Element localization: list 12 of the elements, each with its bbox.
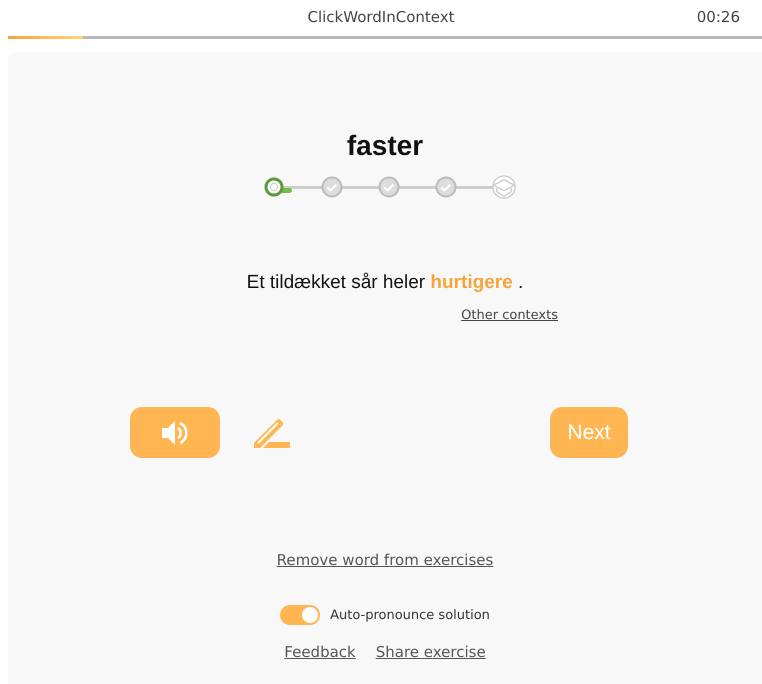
other-contexts-link[interactable]: Other contexts bbox=[461, 308, 558, 323]
footer-link[interactable]: Share exercise bbox=[376, 643, 486, 661]
toggle-switch[interactable] bbox=[280, 605, 320, 625]
timer: 00:26 bbox=[696, 8, 740, 26]
exercise-title: ClickWordInContext bbox=[308, 8, 454, 26]
pencil-icon[interactable] bbox=[253, 416, 290, 448]
context-sentence: Et tildækket sår heler hurtigere . bbox=[246, 272, 524, 294]
target-word: faster bbox=[346, 130, 424, 162]
footer-link[interactable]: Feedback bbox=[284, 643, 356, 661]
remove-word-link[interactable]: Remove word from exercises bbox=[276, 551, 494, 569]
toggle-label: Auto-pronounce solution bbox=[330, 608, 490, 622]
speaker-button[interactable] bbox=[130, 407, 220, 458]
